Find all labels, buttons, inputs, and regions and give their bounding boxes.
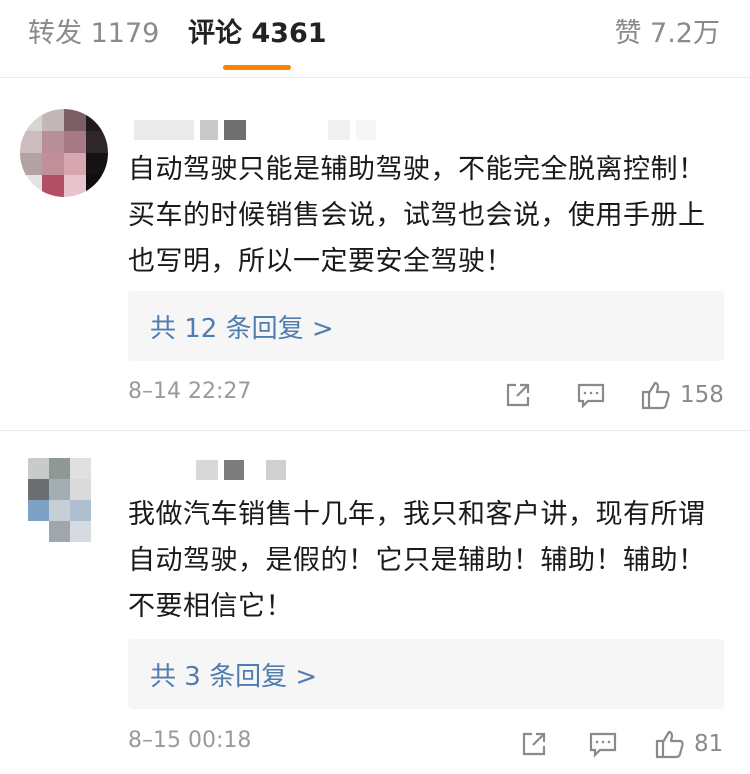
- thumbs-up-icon: [654, 728, 686, 760]
- comment-item: 我做汽车销售十几年，我只和客户讲，现有所谓自动驾驶，是假的！它只是辅助！辅助！辅…: [0, 432, 750, 774]
- avatar[interactable]: [20, 109, 108, 197]
- reply-icon[interactable]: [588, 724, 618, 764]
- comment-item: 自动驾驶只能是辅助驾驶，不能完全脱离控制！买车的时候销售会说，试驾也会说，使用手…: [0, 79, 750, 431]
- comment-meta: 8–15 00:18 81: [128, 724, 728, 764]
- thumbs-up-icon: [640, 379, 672, 411]
- tab-bar: 转发 1179 评论 4361 赞 7.2万: [0, 0, 750, 78]
- tab-comments[interactable]: 评论 4361: [188, 14, 327, 54]
- share-icon[interactable]: [520, 724, 548, 764]
- like-button[interactable]: 81: [654, 724, 723, 764]
- comment-text: 自动驾驶只能是辅助驾驶，不能完全脱离控制！买车的时候销售会说，试驾也会说，使用手…: [128, 154, 706, 277]
- like-count: 158: [680, 382, 724, 408]
- comment-text: 我做汽车销售十几年，我只和客户讲，现有所谓自动驾驶，是假的！它只是辅助！辅助！辅…: [128, 499, 706, 622]
- tab-likes[interactable]: 赞 7.2万: [614, 14, 720, 54]
- timestamp: 8–14 22:27: [128, 379, 252, 404]
- tab-reposts[interactable]: 转发 1179: [28, 14, 159, 54]
- like-count: 81: [694, 731, 724, 757]
- reply-icon[interactable]: [576, 375, 606, 415]
- like-button[interactable]: 158: [640, 375, 724, 415]
- timestamp: 8–15 00:18: [128, 728, 252, 753]
- avatar[interactable]: [28, 458, 112, 542]
- active-tab-indicator: [223, 65, 291, 70]
- replies-link[interactable]: 共 3 条回复 >: [128, 639, 724, 709]
- username-redacted[interactable]: [134, 119, 376, 141]
- share-icon[interactable]: [504, 375, 532, 415]
- username-redacted[interactable]: [130, 459, 286, 481]
- replies-link[interactable]: 共 12 条回复 >: [128, 291, 724, 361]
- comment-meta: 8–14 22:27 158: [128, 375, 728, 415]
